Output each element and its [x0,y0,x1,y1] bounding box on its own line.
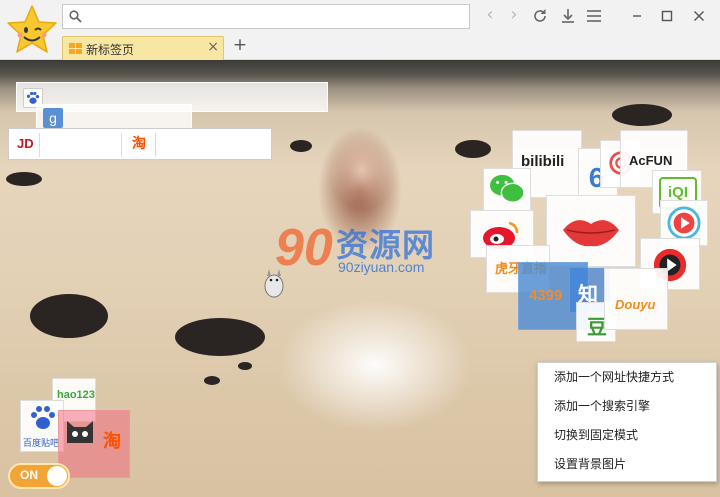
4399-logo: 4399 [529,287,563,304]
tile-douyu[interactable]: Douyu [604,268,668,330]
play-circle-icon [667,206,701,240]
rock [175,318,265,356]
taobao-icon[interactable]: 淘 [129,134,149,154]
tab-close-icon[interactable]: × [207,40,219,54]
refresh-icon[interactable] [530,6,550,26]
new-tab-button[interactable]: + [232,36,248,54]
star-face-logo[interactable] [6,4,58,56]
rock [6,172,42,186]
divider [39,133,40,157]
menu-icon[interactable] [584,6,604,26]
rock [612,104,672,126]
tmall-cat-icon [67,421,93,443]
menu-add-shortcut[interactable]: 添加一个网址快捷方式 [538,363,716,392]
search-bar-google[interactable]: g [36,104,192,130]
rock [290,140,312,152]
toggle-knob [47,466,67,486]
menu-switch-fixed-mode[interactable]: 切换到固定模式 [538,421,716,450]
apps-grid-icon [69,43,82,54]
rock [30,294,108,338]
rock [204,376,220,385]
tile-tmall[interactable]: 淘 [58,410,130,478]
tab-title: 新标签页 [86,43,135,57]
douyu-logo: Douyu [615,297,656,312]
totoro-mascot-icon[interactable] [263,268,285,298]
toggle-label: ON [20,468,38,482]
wechat-icon [490,174,525,203]
minimize-icon[interactable] [626,6,648,26]
forward-icon[interactable]: › [504,6,524,26]
baidu-tieba-icon [31,406,55,429]
search-icon [69,10,82,23]
acfun-logo: AcFUN [629,153,673,168]
watermark-url: 90ziyuan.com [338,259,425,275]
back-icon[interactable]: ‹ [480,6,500,26]
mode-toggle[interactable]: ON [8,463,70,489]
tab-new-tab[interactable]: 新标签页 × [62,36,224,60]
tieba-label: 百度贴吧 [23,439,60,449]
browser-toolbar: ‹ › 新标签页 × + [0,0,720,60]
close-icon[interactable] [688,6,710,26]
search-bar-jd-taobao[interactable]: JD 淘 [8,128,272,160]
address-input[interactable] [87,7,463,26]
taobao-tile-logo: 淘 [103,431,121,452]
context-menu: 添加一个网址快捷方式 添加一个搜索引擎 切换到固定模式 设置背景图片 [537,362,717,482]
download-icon[interactable] [558,6,578,26]
menu-add-search-engine[interactable]: 添加一个搜索引擎 [538,392,716,421]
jd-icon[interactable]: JD [17,136,34,151]
rock [455,140,491,158]
lips-icon [563,220,619,247]
address-bar[interactable] [62,4,470,29]
tile-lips[interactable] [546,195,636,267]
divider [121,133,122,157]
google-icon: g [43,108,63,128]
maximize-icon[interactable] [656,6,678,26]
divider [155,133,156,157]
menu-set-background[interactable]: 设置背景图片 [538,450,716,479]
rock [238,362,252,370]
tile-wechat[interactable] [483,168,531,212]
